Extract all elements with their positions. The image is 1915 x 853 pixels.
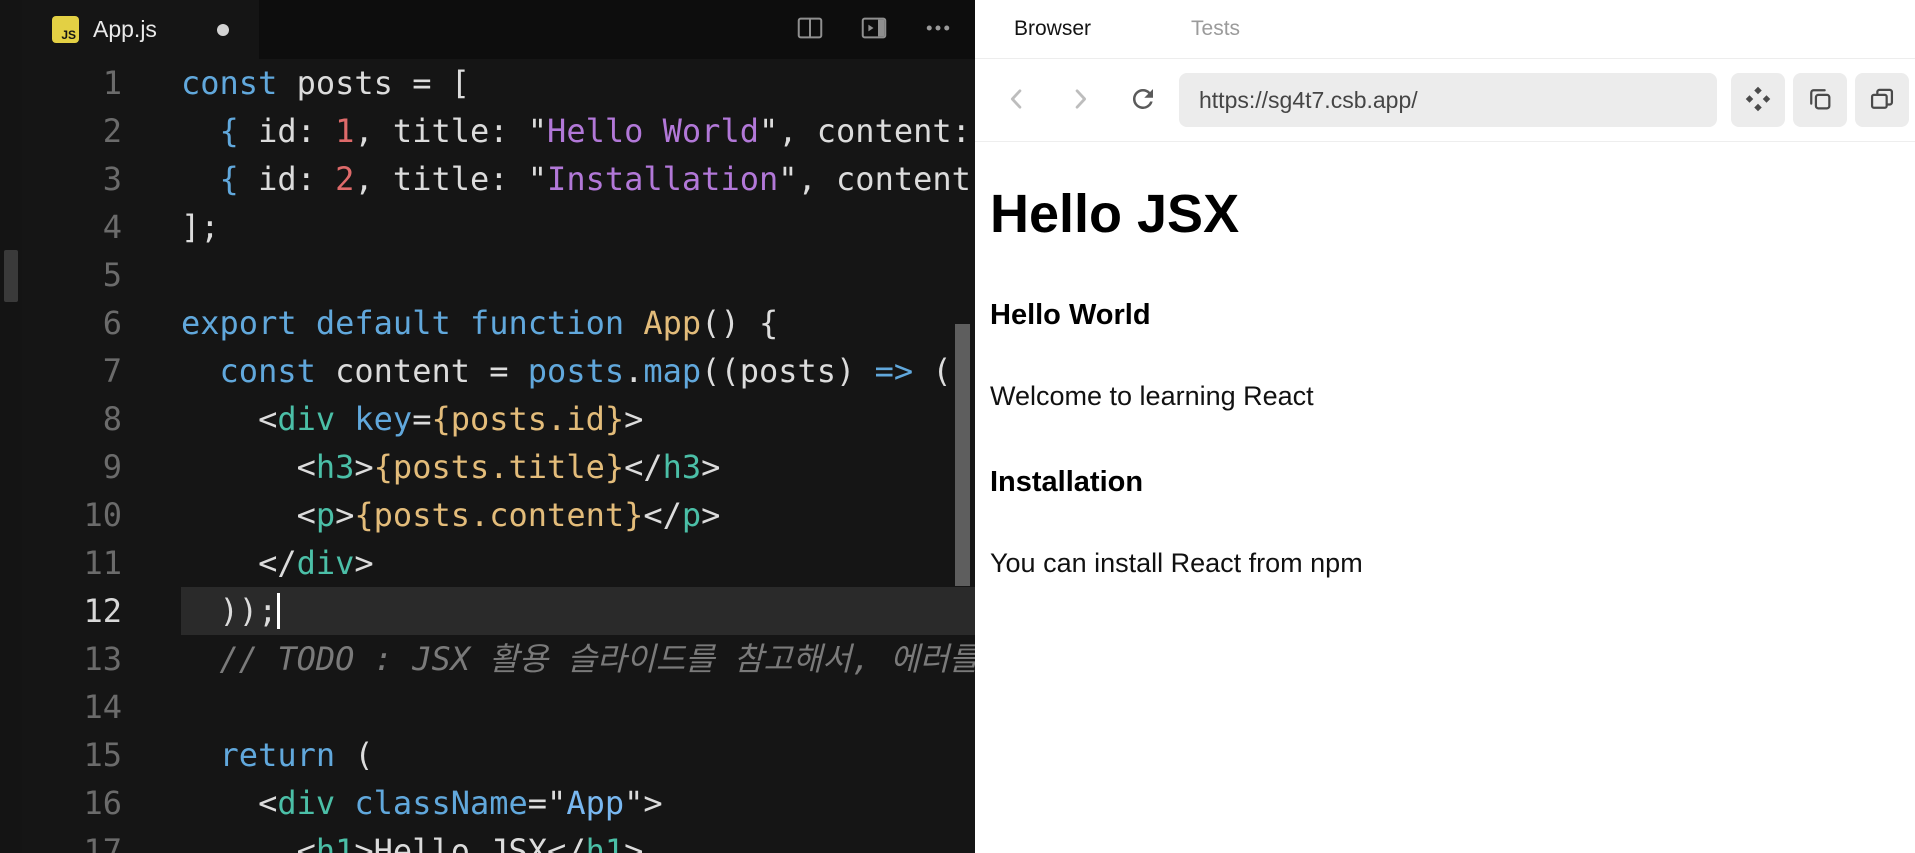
tab-browser[interactable]: Browser — [1014, 17, 1091, 41]
code-line-9[interactable]: 9 <h3>{posts.title}</h3> — [22, 443, 975, 491]
code-line-4[interactable]: 4]; — [22, 203, 975, 251]
line-code: <h3>{posts.title}</h3> — [181, 448, 721, 486]
open-new-window-button[interactable] — [1855, 73, 1909, 127]
line-code: // TODO : JSX 활용 슬라이드를 참고해서, 에러를 해 — [181, 640, 975, 678]
line-code: )); — [181, 587, 975, 635]
line-code: const content = posts.map((posts) => ( — [219, 352, 952, 390]
code-editor[interactable]: 1 const posts = [ 2 { id: 1, title: "Hello… — [22, 59, 975, 853]
preview-h1: Hello JSX — [990, 184, 1240, 244]
line-code: </div> — [181, 544, 374, 582]
line-number: 5 — [102, 256, 122, 294]
more-options-button[interactable] — [923, 13, 953, 46]
split-editor-button[interactable] — [795, 13, 825, 46]
split-editor-icon — [795, 13, 825, 46]
forward-icon — [1066, 85, 1094, 116]
open-new-window-icon — [1868, 85, 1896, 116]
line-number: 4 — [102, 208, 122, 246]
activity-strip — [0, 0, 22, 853]
line-code: <p>{posts.content}</p> — [181, 496, 721, 534]
editor-panel: JS App.js 1 const posts = [2 {id: 1, t… — [22, 0, 975, 853]
code-line-14[interactable]: 14 — [22, 683, 975, 731]
line-number: 13 — [83, 640, 122, 678]
code-line-17[interactable]: 17 <h1>Hello JSX</h1> — [22, 827, 975, 853]
code-line-2[interactable]: 2 { id: 1, title: "Hello World", content… — [22, 107, 975, 155]
line-number: 9 — [102, 448, 122, 486]
line-number: 15 — [83, 736, 122, 774]
code-line-10[interactable]: 10 <p>{posts.content}</p> — [22, 491, 975, 539]
code-line-15[interactable]: 15 return ( — [22, 731, 975, 779]
strip-scrollbar-thumb[interactable] — [4, 250, 18, 302]
preview-tab-bar: Browser Tests — [975, 0, 1915, 59]
line-number: 12 — [83, 592, 122, 630]
unsaved-dot-icon — [217, 23, 229, 36]
line-code: export default function App() { — [181, 304, 779, 342]
code-line-11[interactable]: 11 </div> — [22, 539, 975, 587]
line-number: 1 — [102, 64, 122, 102]
line-number: 16 — [83, 784, 122, 822]
open-in-codesandbox-button[interactable] — [1731, 73, 1785, 127]
line-number: 6 — [102, 304, 122, 342]
copy-icon — [1806, 85, 1834, 116]
code-line-7[interactable]: 7 const content = posts.map((posts) => ( — [22, 347, 975, 395]
line-number: 10 — [83, 496, 122, 534]
diamond-grid-icon — [1743, 84, 1773, 117]
code-line-5[interactable]: 5 — [22, 251, 975, 299]
javascript-icon-label: JS — [61, 28, 76, 42]
text-cursor — [277, 593, 281, 629]
line-number: 11 — [83, 544, 122, 582]
preview-h3: Installation — [990, 466, 1144, 498]
code-line-8[interactable]: 8 <div key={posts.id}> — [22, 395, 975, 443]
line-code: const posts = [ — [181, 64, 470, 102]
line-number: 14 — [83, 688, 122, 726]
tab-app-js[interactable]: JS App.js — [22, 0, 259, 59]
line-number: 2 — [102, 112, 122, 150]
url-text: https://sg4t7.csb.app/ — [1199, 86, 1418, 113]
code-line-12[interactable]: 12 )); — [22, 587, 975, 635]
editor-tab-bar: JS App.js — [22, 0, 975, 59]
browser-nav-actions — [1731, 73, 1909, 127]
open-preview-button[interactable] — [859, 13, 889, 46]
line-code: <div key={posts.id}> — [181, 400, 644, 438]
url-bar[interactable]: https://sg4t7.csb.app/ — [1179, 73, 1717, 127]
back-button[interactable] — [995, 78, 1039, 122]
editor-actions — [795, 0, 975, 59]
preview-content: Hello JSX Hello World Welcome to learning … — [975, 142, 1915, 579]
line-number: 17 — [83, 832, 122, 853]
forward-button[interactable] — [1058, 78, 1102, 122]
line-code: { id: 2, title: "Installation", content — [219, 160, 971, 198]
code-line-1[interactable]: 1 const posts = [ — [22, 59, 975, 107]
app-window: JS App.js 1 const posts = [2 {id: 1, t… — [0, 0, 1915, 853]
copy-url-button[interactable] — [1793, 73, 1847, 127]
preview-h3: Hello World — [990, 299, 1151, 331]
code-line-6[interactable]: 6 export default function App() { — [22, 299, 975, 347]
code-line-16[interactable]: 16 <div className="App"> — [22, 779, 975, 827]
open-preview-icon — [859, 13, 889, 46]
line-code: return ( — [219, 736, 374, 774]
code-line-3[interactable]: 3 { id: 2, title: "Installation", conten… — [22, 155, 975, 203]
code-line-13[interactable]: 13 // TODO : JSX 활용 슬라이드를 참고해서, 에러를 해 — [22, 635, 975, 683]
preview-p: Welcome to learning React — [990, 381, 1314, 411]
ellipsis-icon — [923, 13, 953, 46]
line-code: { id: 1, title: "Hello World", content: — [219, 112, 971, 150]
refresh-button[interactable] — [1121, 78, 1165, 122]
line-code: <div className="App"> — [181, 784, 663, 822]
editor-scrollbar-thumb[interactable] — [955, 324, 970, 586]
line-number: 3 — [102, 160, 122, 198]
line-code: ]; — [181, 208, 220, 246]
browser-nav-bar: https://sg4t7.csb.app/ — [975, 59, 1915, 142]
tab-tests[interactable]: Tests — [1191, 17, 1240, 41]
javascript-icon: JS — [52, 16, 79, 43]
line-number: 7 — [102, 352, 122, 390]
line-number: 8 — [102, 400, 122, 438]
preview-p: You can install React from npm — [990, 548, 1363, 578]
tab-title: App.js — [93, 16, 157, 42]
refresh-icon — [1128, 84, 1158, 117]
line-code: <h1>Hello JSX</h1> — [181, 832, 644, 853]
back-icon — [1003, 85, 1031, 116]
browser-panel: Browser Tests https://sg4t7.csb.app/ Hel… — [975, 0, 1915, 853]
